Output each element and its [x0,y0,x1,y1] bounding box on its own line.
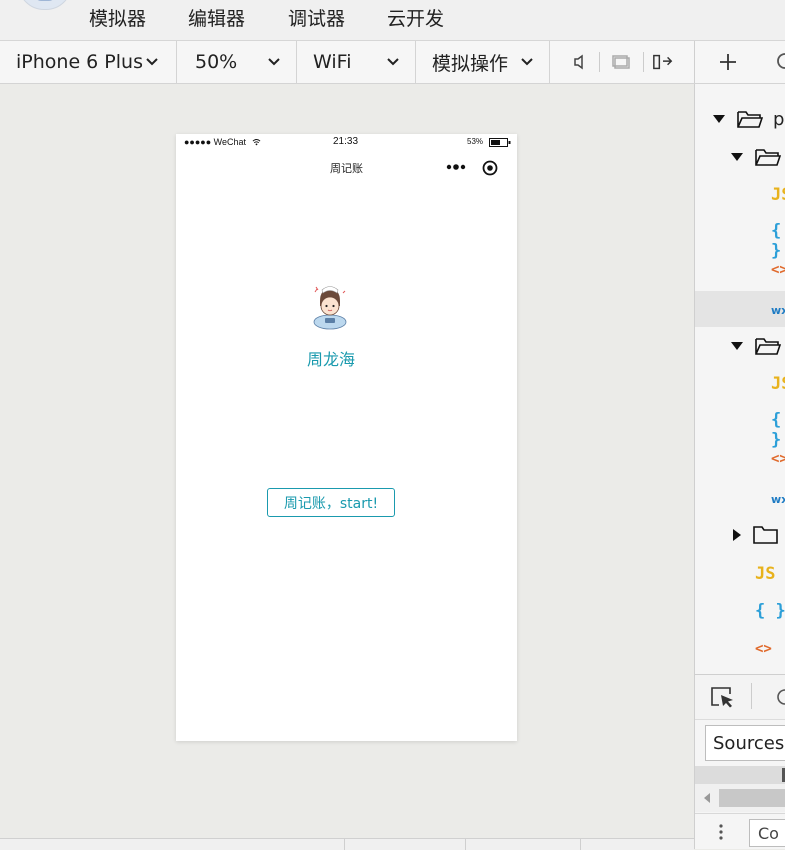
caret-down-icon [713,115,725,123]
tree-file-wxml[interactable]: <> [695,631,785,667]
folder-open-icon [755,149,781,166]
chevron-down-icon [146,58,158,66]
status-divider [344,839,345,850]
console-tab[interactable]: Co [749,819,785,847]
zoom-select[interactable]: 50% [177,41,297,83]
menu-debugger[interactable]: 调试器 [288,4,345,31]
status-divider [465,839,466,850]
inspect-element-icon[interactable] [710,685,736,709]
device-toggle-icon[interactable] [775,687,785,707]
speaker-icon[interactable] [569,51,591,73]
status-divider [580,839,581,850]
device-select[interactable]: iPhone 6 Plus [0,41,177,83]
phone-screen: ●●●●● WeChat 21:33 53% 周记账 周龙海 周记账，start… [176,134,517,741]
panel-divider [694,41,695,83]
battery-icon [489,138,511,147]
close-miniprogram-icon[interactable] [482,160,498,176]
network-select-label: WiFi [313,51,352,73]
simulator-area: ●●●●● WeChat 21:33 53% 周记账 周龙海 周记账，start… [0,84,694,838]
profile-avatar [313,286,347,330]
phone-status-bar: ●●●●● WeChat 21:33 53% [176,134,517,152]
file-tree-panel: pa JS { } <> wxss JS { } <> wxss JS { } … [694,84,785,849]
folder-icon [753,526,778,544]
wifi-icon [252,139,261,146]
scrollbar-thumb[interactable] [719,789,785,807]
json-file-icon: { } [755,601,785,621]
folder-open-icon [755,338,781,355]
operations-select-label: 模拟操作 [432,52,509,75]
tree-folder-root-label: pa [773,109,785,130]
panel-splitter[interactable] [695,766,785,784]
tree-folder[interactable] [695,328,785,364]
menu-simulator[interactable]: 模拟器 [89,4,146,31]
simulator-toolbar: iPhone 6 Plus 50% WiFi 模拟操作 [0,41,785,84]
window-icon[interactable] [610,51,632,73]
chevron-down-icon [387,58,399,66]
tree-file-js[interactable]: JS [695,556,785,592]
tree-file-json[interactable]: { } [695,402,785,450]
network-select[interactable]: WiFi [297,41,416,83]
wxss-file-icon: wxss [771,304,785,317]
more-options-icon[interactable] [446,163,466,171]
toolbar-divider [599,52,600,72]
menu-editor[interactable]: 编辑器 [188,4,245,31]
kebab-menu-icon[interactable] [718,823,724,841]
devtools-toolbar [695,674,785,720]
toolbar-divider [751,683,752,709]
carrier-label: ●●●●● WeChat [184,137,247,147]
battery-label: 53% [467,137,484,146]
caret-down-icon [731,342,743,350]
clock-label: 21:33 [333,136,359,147]
tree-file-js[interactable]: JS [695,177,785,213]
toolbar-divider [643,52,644,72]
caret-right-icon [733,529,741,541]
chevron-down-icon [268,58,280,66]
tree-file-wxss[interactable]: wxss [695,291,785,327]
tree-file-wxml[interactable]: <> [695,441,785,477]
wxss-file-icon: wxss [771,493,785,506]
js-file-icon: JS [771,185,785,205]
console-drawer: Co [695,813,785,849]
scroll-left-icon[interactable] [703,793,711,803]
user-avatar[interactable] [18,0,72,10]
tree-file-json[interactable]: { } [695,213,785,261]
nickname-label: 周龙海 [306,350,355,369]
tree-folder-collapsed[interactable] [695,517,785,553]
wxml-file-icon: <> [771,262,785,278]
js-file-icon: JS [771,374,785,394]
detach-icon[interactable] [652,51,674,73]
search-icon[interactable] [774,51,785,73]
add-icon[interactable] [717,51,739,73]
start-button[interactable]: 周记账，start! [267,488,395,517]
operations-select[interactable]: 模拟操作 [416,41,550,83]
tree-folder-root[interactable]: pa [695,101,785,137]
tree-file-js[interactable]: JS [695,366,785,402]
tree-file-wxml[interactable]: <> [695,252,785,288]
chevron-down-icon [521,58,533,66]
horizontal-scrollbar[interactable] [695,784,785,812]
caret-down-icon [731,153,743,161]
device-select-label: iPhone 6 Plus [16,51,143,73]
folder-open-icon [737,111,763,128]
menu-cloud-dev[interactable]: 云开发 [387,4,444,31]
menu-bar: 模拟器 编辑器 调试器 云开发 [0,0,785,41]
wxml-file-icon: <> [771,451,785,467]
tab-sources[interactable]: Sources [705,725,785,761]
tree-file-json[interactable]: { } [695,593,785,629]
tree-folder[interactable] [695,139,785,175]
wxml-file-icon: <> [755,641,772,657]
zoom-select-label: 50% [195,51,238,73]
bottom-status-bar [0,838,694,850]
js-file-icon: JS [755,564,776,584]
tree-file-wxss[interactable]: wxss [695,480,785,516]
